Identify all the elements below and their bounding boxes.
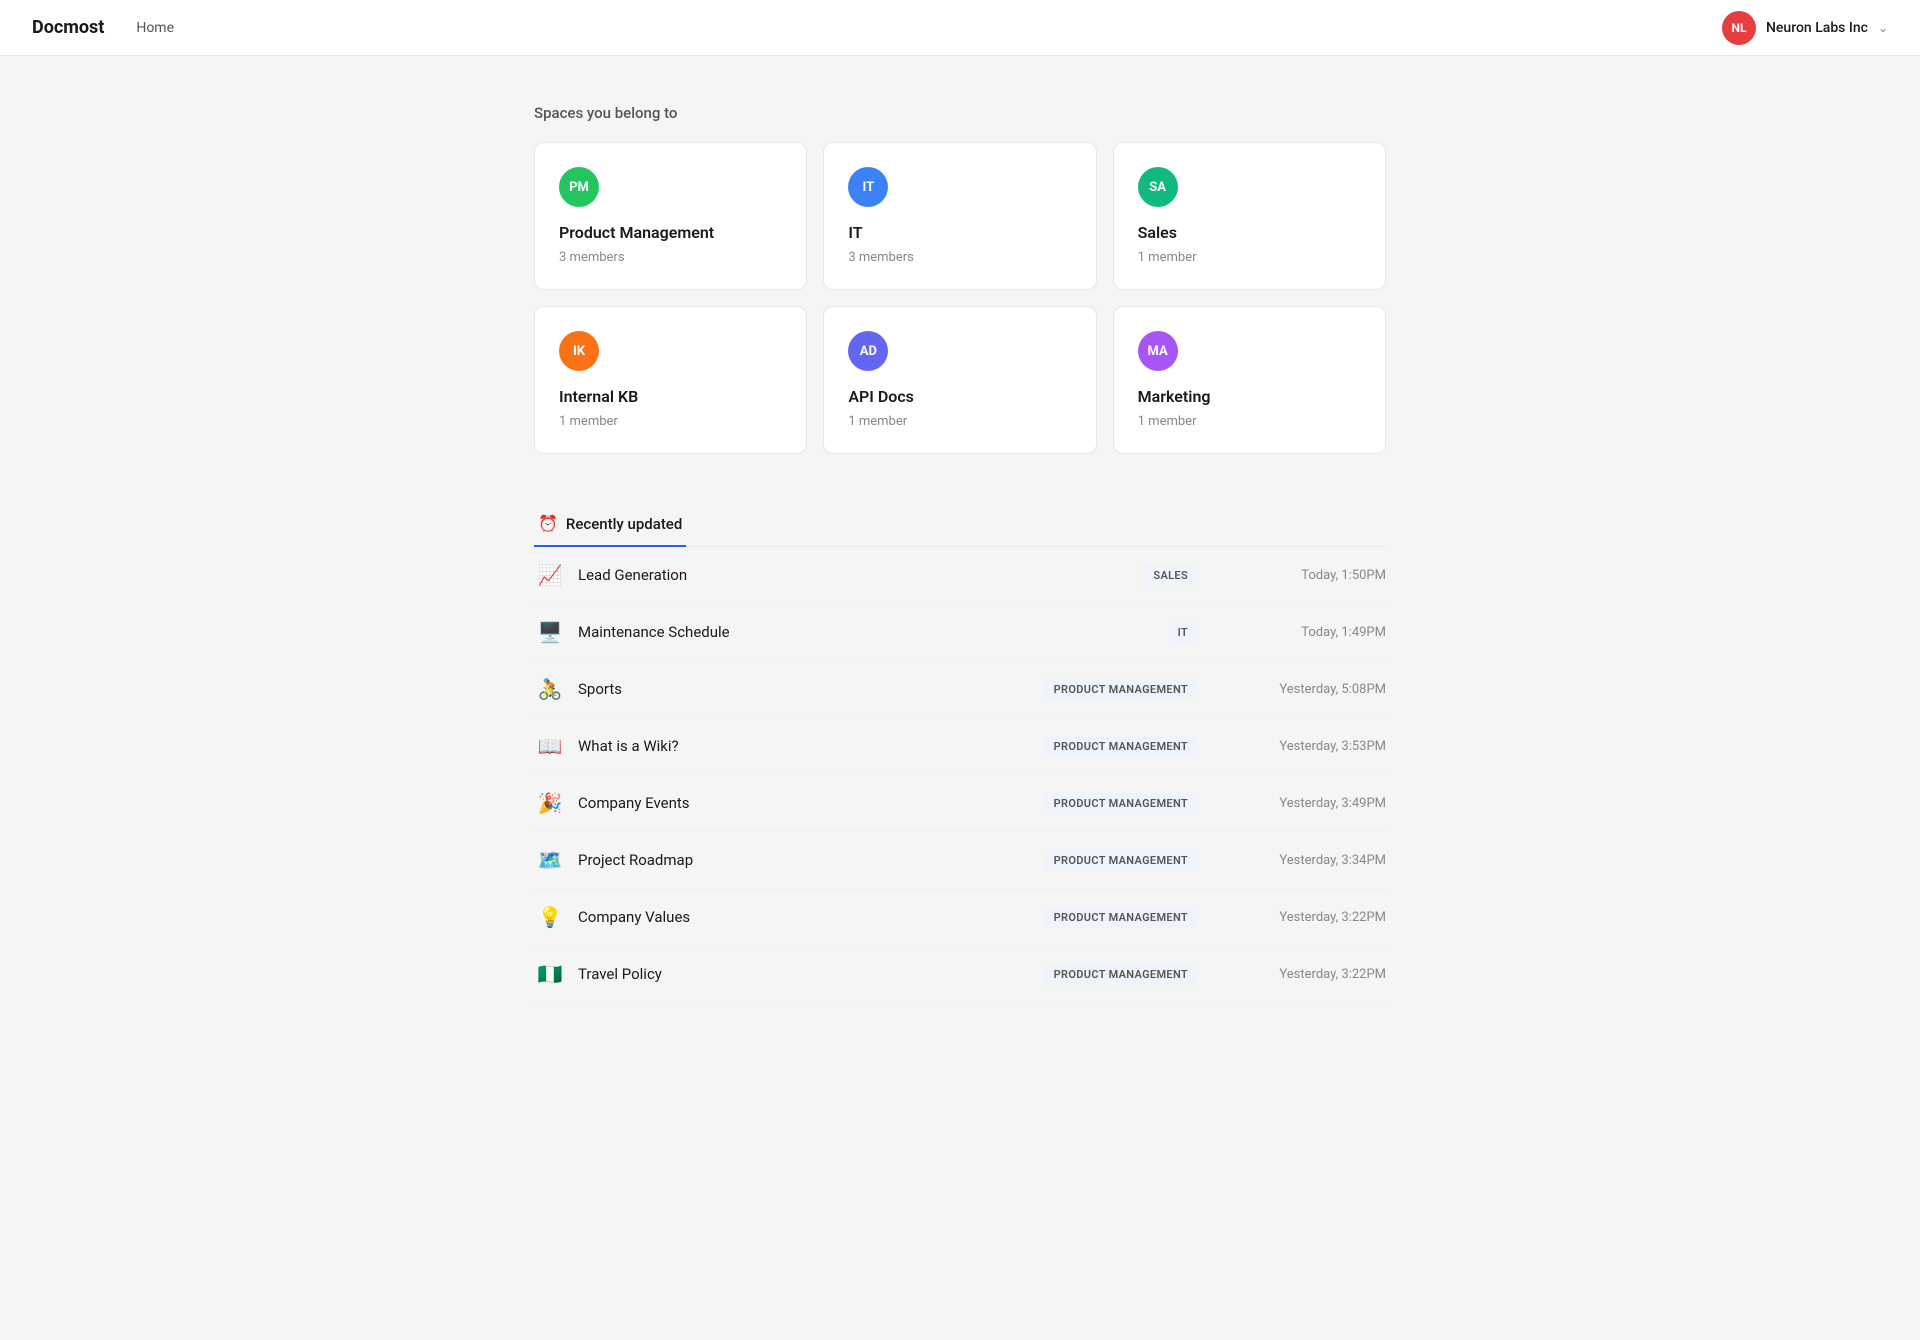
doc-space-badge: PRODUCT MANAGEMENT xyxy=(1044,907,1198,928)
space-members: 1 member xyxy=(559,414,782,429)
org-name: Neuron Labs Inc xyxy=(1766,20,1868,36)
recently-updated-section: ⏰ Recently updated 📈 Lead Generation SAL… xyxy=(534,502,1386,1003)
doc-space-badge: PRODUCT MANAGEMENT xyxy=(1044,793,1198,814)
space-card[interactable]: MA Marketing 1 member xyxy=(1113,306,1386,454)
doc-timestamp: Yesterday, 5:08PM xyxy=(1246,682,1386,697)
space-avatar: SA xyxy=(1138,167,1178,207)
doc-emoji: 🗺️ xyxy=(534,848,566,872)
doc-timestamp: Today, 1:49PM xyxy=(1246,625,1386,640)
space-avatar: IT xyxy=(848,167,888,207)
space-card[interactable]: SA Sales 1 member xyxy=(1113,142,1386,290)
doc-emoji: 💡 xyxy=(534,905,566,929)
spaces-section-title: Spaces you belong to xyxy=(534,104,1386,122)
doc-row[interactable]: 🇳🇬 Travel Policy PRODUCT MANAGEMENT Yest… xyxy=(534,946,1386,1003)
doc-timestamp: Yesterday, 3:49PM xyxy=(1246,796,1386,811)
tab-label: Recently updated xyxy=(566,515,682,533)
space-avatar: AD xyxy=(848,331,888,371)
space-name: Internal KB xyxy=(559,387,782,406)
space-members: 1 member xyxy=(1138,250,1361,265)
space-members: 3 members xyxy=(559,250,782,265)
header-right[interactable]: NL Neuron Labs Inc ⌄ xyxy=(1722,11,1888,45)
doc-row[interactable]: 🗺️ Project Roadmap PRODUCT MANAGEMENT Ye… xyxy=(534,832,1386,889)
space-avatar: IK xyxy=(559,331,599,371)
doc-space-badge: SALES xyxy=(1143,565,1198,586)
space-members: 3 members xyxy=(848,250,1071,265)
space-avatar: PM xyxy=(559,167,599,207)
doc-row[interactable]: 🖥️ Maintenance Schedule IT Today, 1:49PM xyxy=(534,604,1386,661)
spaces-grid: PM Product Management 3 members IT IT 3 … xyxy=(534,142,1386,454)
tab-bar: ⏰ Recently updated xyxy=(534,502,1386,547)
doc-row[interactable]: 💡 Company Values PRODUCT MANAGEMENT Yest… xyxy=(534,889,1386,946)
doc-title: Project Roadmap xyxy=(578,851,1044,869)
app-header: Docmost Home NL Neuron Labs Inc ⌄ xyxy=(0,0,1920,56)
doc-space-badge: PRODUCT MANAGEMENT xyxy=(1044,736,1198,757)
doc-emoji: 🚴 xyxy=(534,677,566,701)
main-content: Spaces you belong to PM Product Manageme… xyxy=(510,56,1410,1051)
doc-title: What is a Wiki? xyxy=(578,737,1044,755)
doc-title: Sports xyxy=(578,680,1044,698)
chevron-down-icon: ⌄ xyxy=(1878,21,1888,35)
doc-timestamp: Yesterday, 3:53PM xyxy=(1246,739,1386,754)
doc-row[interactable]: 🚴 Sports PRODUCT MANAGEMENT Yesterday, 5… xyxy=(534,661,1386,718)
space-avatar: MA xyxy=(1138,331,1178,371)
clock-icon: ⏰ xyxy=(538,514,558,533)
doc-title: Company Events xyxy=(578,794,1044,812)
space-name: Sales xyxy=(1138,223,1361,242)
doc-title: Travel Policy xyxy=(578,965,1044,983)
space-card[interactable]: IT IT 3 members xyxy=(823,142,1096,290)
doc-emoji: 🎉 xyxy=(534,791,566,815)
doc-timestamp: Yesterday, 3:34PM xyxy=(1246,853,1386,868)
doc-timestamp: Today, 1:50PM xyxy=(1246,568,1386,583)
doc-space-badge: IT xyxy=(1168,622,1198,643)
header-left: Docmost Home xyxy=(32,17,174,38)
doc-emoji: 📖 xyxy=(534,734,566,758)
space-name: IT xyxy=(848,223,1071,242)
doc-title: Maintenance Schedule xyxy=(578,623,1168,641)
doc-timestamp: Yesterday, 3:22PM xyxy=(1246,910,1386,925)
doc-title: Company Values xyxy=(578,908,1044,926)
doc-space-badge: PRODUCT MANAGEMENT xyxy=(1044,850,1198,871)
space-name: Marketing xyxy=(1138,387,1361,406)
doc-row[interactable]: 🎉 Company Events PRODUCT MANAGEMENT Yest… xyxy=(534,775,1386,832)
spaces-section: Spaces you belong to PM Product Manageme… xyxy=(534,104,1386,454)
doc-timestamp: Yesterday, 3:22PM xyxy=(1246,967,1386,982)
space-card[interactable]: IK Internal KB 1 member xyxy=(534,306,807,454)
doc-row[interactable]: 📈 Lead Generation SALES Today, 1:50PM xyxy=(534,547,1386,604)
space-card[interactable]: AD API Docs 1 member xyxy=(823,306,1096,454)
doc-space-badge: PRODUCT MANAGEMENT xyxy=(1044,964,1198,985)
doc-space-badge: PRODUCT MANAGEMENT xyxy=(1044,679,1198,700)
space-name: Product Management xyxy=(559,223,782,242)
doc-row[interactable]: 📖 What is a Wiki? PRODUCT MANAGEMENT Yes… xyxy=(534,718,1386,775)
nav-home[interactable]: Home xyxy=(136,20,174,36)
doc-emoji: 📈 xyxy=(534,563,566,587)
doc-emoji: 🖥️ xyxy=(534,620,566,644)
space-name: API Docs xyxy=(848,387,1071,406)
user-avatar: NL xyxy=(1722,11,1756,45)
doc-title: Lead Generation xyxy=(578,566,1143,584)
doc-list: 📈 Lead Generation SALES Today, 1:50PM 🖥️… xyxy=(534,547,1386,1003)
space-card[interactable]: PM Product Management 3 members xyxy=(534,142,807,290)
space-members: 1 member xyxy=(1138,414,1361,429)
doc-emoji: 🇳🇬 xyxy=(534,962,566,986)
space-members: 1 member xyxy=(848,414,1071,429)
app-logo: Docmost xyxy=(32,17,104,38)
tab-recently-updated[interactable]: ⏰ Recently updated xyxy=(534,502,686,547)
